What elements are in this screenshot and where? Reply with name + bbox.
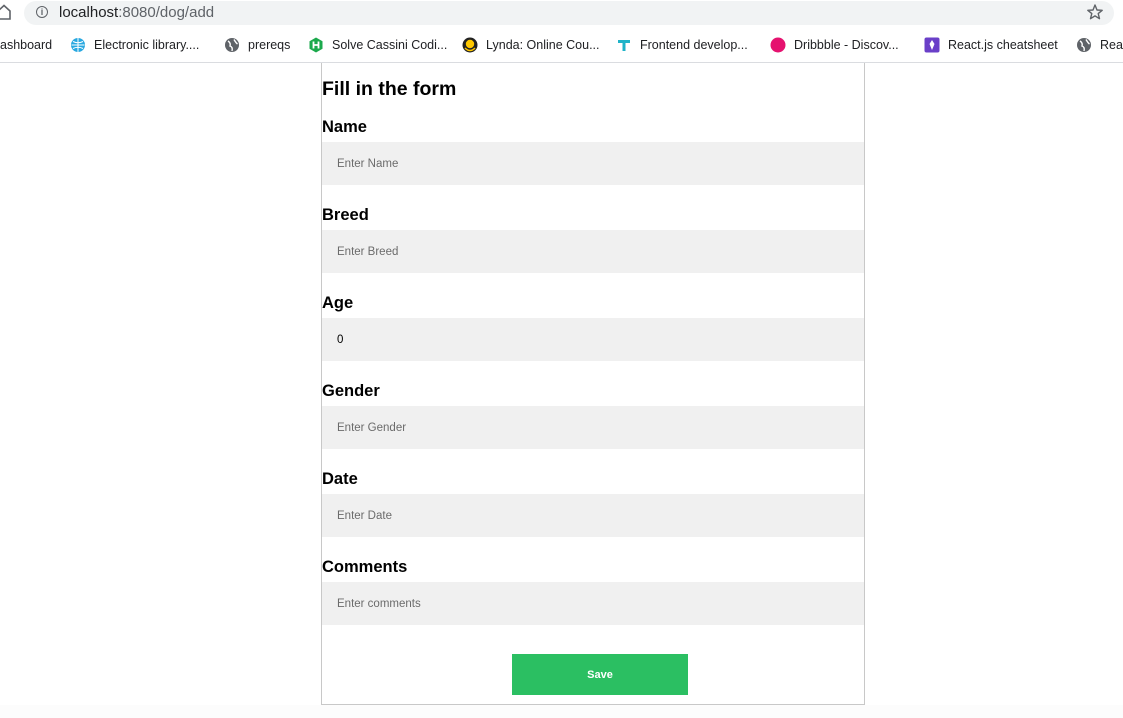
frontend-icon — [616, 37, 632, 53]
name-label: Name — [322, 118, 367, 136]
save-button[interactable]: Save — [512, 654, 688, 695]
bookmark-hackerrank[interactable]: Solve Cassini Codi... — [308, 36, 447, 54]
bookmark-label: prereqs — [248, 38, 291, 52]
bookmark-lynda[interactable]: Lynda: Online Cou... — [462, 36, 600, 54]
bookmark-electronic-library[interactable]: Electronic library.... — [70, 36, 199, 54]
url-host: localhost — [59, 4, 119, 21]
form-title: Fill in the form — [322, 78, 457, 100]
age-label: Age — [322, 294, 354, 312]
dribbble-icon — [770, 37, 786, 53]
bookmark-label: ashboard — [0, 38, 53, 52]
breed-label: Breed — [322, 206, 369, 224]
bookmark-label: Lynda: Online Cou... — [486, 38, 600, 52]
dog-form-card: Fill in the form Name Breed Age Gender D… — [321, 63, 865, 705]
bookmark-label: Electronic library.... — [94, 38, 200, 52]
hackerrank-icon — [308, 37, 324, 53]
bookmark-label: Reac — [1100, 38, 1123, 52]
bookmark-dashboard[interactable]: ashboard — [0, 36, 52, 54]
bookmark-label: Dribbble - Discov... — [794, 38, 899, 52]
date-label: Date — [322, 470, 358, 488]
url-path: :8080/dog/add — [118, 4, 215, 21]
comments-label: Comments — [322, 558, 408, 576]
address-bar: i localhost:8080/dog/add — [0, 0, 1123, 27]
name-input[interactable] — [322, 142, 864, 185]
bookmark-dribbble[interactable]: Dribbble - Discov... — [770, 36, 899, 54]
bookmark-star-icon[interactable] — [1086, 3, 1104, 21]
url-field[interactable]: i localhost:8080/dog/add — [24, 1, 1114, 25]
react-cheatsheet-icon — [924, 37, 940, 53]
bookmark-react[interactable]: Reac — [1076, 36, 1123, 54]
lynda-icon — [462, 37, 478, 53]
bookmark-prereqs[interactable]: prereqs — [224, 36, 290, 54]
bookmark-frontend[interactable]: Frontend develop... — [616, 36, 748, 54]
home-icon[interactable] — [0, 4, 11, 20]
site-info-icon[interactable]: i — [36, 6, 48, 18]
comments-input[interactable] — [322, 582, 864, 625]
page-bottom-strip — [0, 705, 1123, 718]
globe-blue-icon — [70, 37, 86, 53]
url-text[interactable]: localhost:8080/dog/add — [59, 4, 214, 22]
globe-icon — [224, 37, 240, 53]
bookmarks-bar: ashboard Electronic library.... prereqs … — [0, 27, 1123, 63]
date-input[interactable] — [322, 494, 864, 537]
age-input[interactable] — [322, 318, 864, 361]
gender-input[interactable] — [322, 406, 864, 449]
gender-label: Gender — [322, 382, 380, 400]
globe-icon — [1076, 37, 1092, 53]
breed-input[interactable] — [322, 230, 864, 273]
bookmark-label: Frontend develop... — [640, 38, 748, 52]
bookmark-label: Solve Cassini Codi... — [332, 38, 448, 52]
bookmark-react-cheatsheet[interactable]: React.js cheatsheet — [924, 36, 1058, 54]
bookmark-label: React.js cheatsheet — [948, 38, 1058, 52]
